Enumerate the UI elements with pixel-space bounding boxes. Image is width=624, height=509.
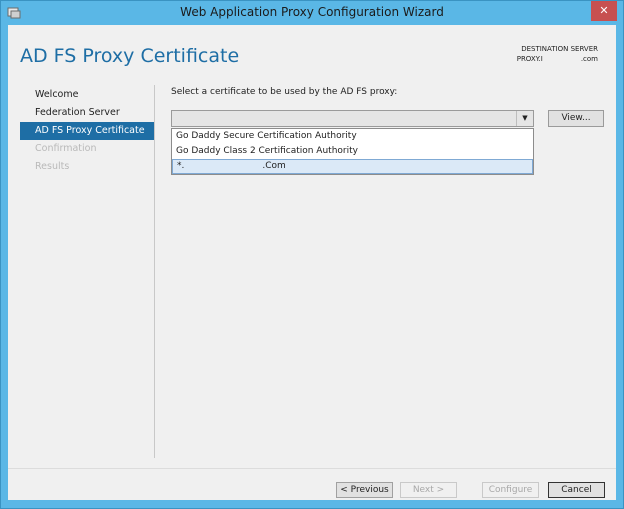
certificate-select[interactable]: ▼	[171, 110, 534, 127]
wizard-window: Web Application Proxy Configuration Wiza…	[0, 0, 624, 509]
certificate-prompt: Select a certificate to be used by the A…	[171, 87, 398, 97]
nav-item-welcome[interactable]: Welcome	[20, 86, 154, 104]
certificate-option[interactable]: Go Daddy Class 2 Certification Authority	[172, 144, 533, 159]
certificate-dropdown-list: Go Daddy Secure Certification Authority …	[171, 128, 534, 175]
close-button[interactable]: ✕	[591, 1, 617, 21]
title-bar[interactable]: Web Application Proxy Configuration Wiza…	[1, 1, 623, 25]
nav-item-confirmation: Confirmation	[35, 143, 97, 154]
cancel-button[interactable]: Cancel	[548, 482, 605, 498]
wizard-nav: Welcome Federation Server AD FS Proxy Ce…	[20, 86, 154, 176]
view-button[interactable]: View...	[548, 110, 604, 127]
destination-server-suffix: .com	[580, 55, 598, 63]
previous-button[interactable]: < Previous	[336, 482, 393, 498]
nav-item-federation-server[interactable]: Federation Server	[20, 104, 154, 122]
window-title: Web Application Proxy Configuration Wiza…	[180, 5, 444, 19]
certificate-option-prefix: *.	[177, 161, 185, 171]
nav-divider	[154, 85, 155, 458]
destination-server-prefix: PROXY.I	[516, 55, 543, 63]
nav-item-ad-fs-proxy-certificate[interactable]: AD FS Proxy Certificate	[20, 122, 154, 140]
next-button: Next >	[400, 482, 457, 498]
certificate-option-suffix: .Com	[262, 161, 286, 171]
certificate-option-selected[interactable]: *. .Com	[172, 159, 533, 174]
chevron-down-icon[interactable]: ▼	[516, 111, 533, 126]
destination-server: DESTINATION SERVER PROXY.I .com	[517, 44, 598, 64]
wizard-footer: < Previous Next > Configure Cancel	[8, 468, 616, 500]
destination-server-label: DESTINATION SERVER	[521, 45, 598, 53]
destination-server-value: PROXY.I .com	[517, 55, 598, 63]
nav-item-results: Results	[35, 161, 70, 172]
configure-button: Configure	[482, 482, 539, 498]
wizard-content: AD FS Proxy Certificate DESTINATION SERV…	[8, 25, 616, 500]
page-title: AD FS Proxy Certificate	[20, 45, 240, 67]
certificate-option[interactable]: Go Daddy Secure Certification Authority	[172, 129, 533, 144]
